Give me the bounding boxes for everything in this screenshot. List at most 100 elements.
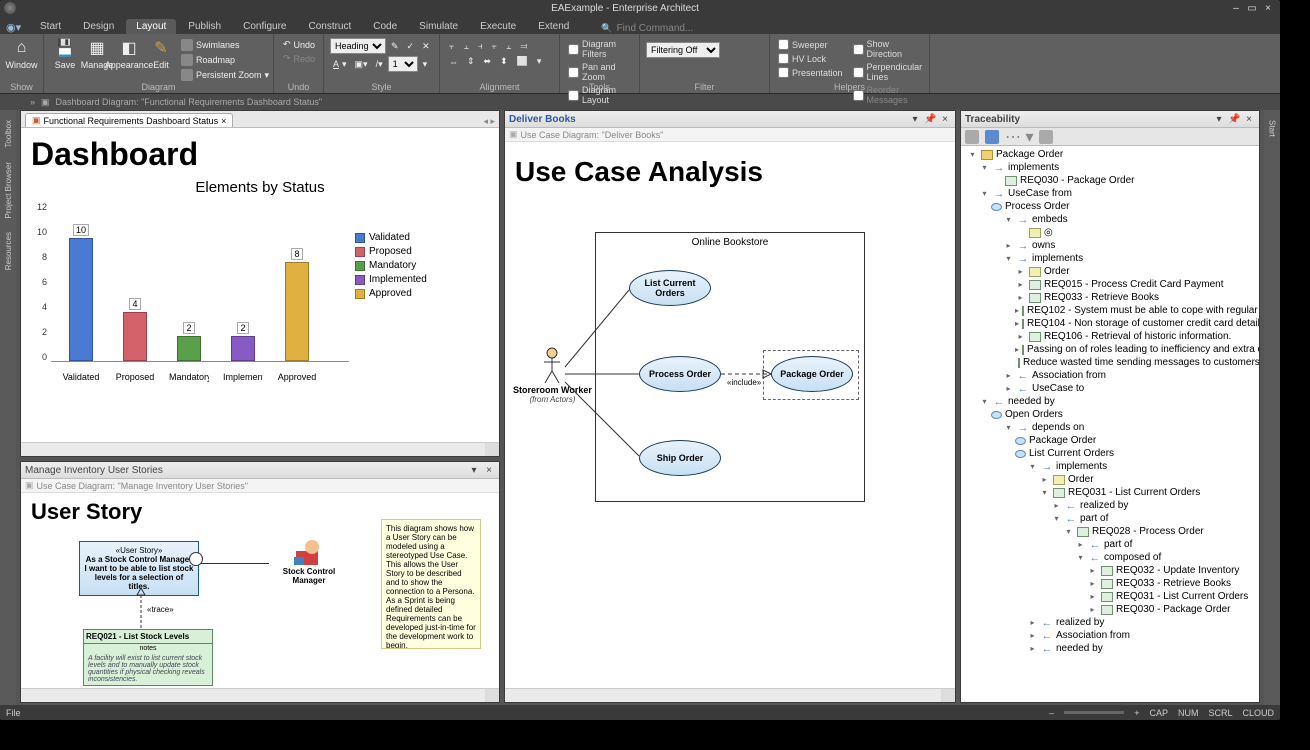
- user-story-element[interactable]: «User Story» As a Stock Control Manager …: [79, 541, 199, 596]
- align-bottom-button[interactable]: ⫤: [517, 40, 530, 53]
- align-top-button[interactable]: ⫟: [488, 40, 499, 53]
- tree-node[interactable]: ▾REQ031 - List Current Orders: [963, 486, 1257, 499]
- tabstrip-nav[interactable]: ◂ ▸: [483, 116, 495, 127]
- menu-tab-code[interactable]: Code: [363, 19, 407, 34]
- filter-select[interactable]: Filtering Off: [646, 42, 720, 58]
- panel-close-icon[interactable]: ×: [1243, 114, 1255, 125]
- edit-button[interactable]: ✎Edit: [146, 36, 176, 72]
- app-menu-icon[interactable]: ◉▾: [6, 21, 21, 34]
- panel-pin-icon[interactable]: 📌: [924, 114, 936, 125]
- tree-node[interactable]: ▾→embeds: [963, 213, 1257, 226]
- tree-node[interactable]: ▸←Association from: [963, 629, 1257, 642]
- appearance-button[interactable]: ◧Appearance: [114, 36, 144, 72]
- line-width-select[interactable]: 1: [388, 56, 418, 72]
- menu-tab-design[interactable]: Design: [73, 19, 124, 34]
- tree-node[interactable]: ▾←part of: [963, 512, 1257, 525]
- align-left-button[interactable]: ⫟: [446, 40, 457, 53]
- tree-node[interactable]: ▸←Association from: [963, 369, 1257, 382]
- same-size-button[interactable]: ⬜: [514, 55, 531, 68]
- tree-node[interactable]: ▸Order: [963, 265, 1257, 278]
- show-direction-check[interactable]: Show Direction: [851, 38, 925, 60]
- dist-h-button[interactable]: ⇔: [446, 55, 461, 68]
- h-scrollbar[interactable]: [21, 443, 485, 456]
- tree-node[interactable]: ▸REQ015 - Process Credit Card Payment: [963, 278, 1257, 291]
- tree-node[interactable]: ▾→implements: [963, 460, 1257, 473]
- redo-button[interactable]: ↷ Redo: [280, 52, 317, 65]
- tree-node[interactable]: ▸REQ033 - Retrieve Books: [963, 577, 1257, 590]
- panel-pin-icon[interactable]: 📌: [1228, 114, 1240, 125]
- note-element[interactable]: This diagram shows how a User Story can …: [381, 519, 481, 649]
- persona-element[interactable]: Stock Control Manager: [279, 537, 339, 585]
- tree-node[interactable]: ▸REQ102 - System must be able to cope wi…: [963, 304, 1257, 317]
- menu-tab-start[interactable]: Start: [30, 19, 71, 34]
- dashboard-tab[interactable]: ▣Functional Requirements Dashboard Statu…: [25, 113, 233, 127]
- tree-node[interactable]: ▸←realized by: [963, 499, 1257, 512]
- presentation-check[interactable]: Presentation: [776, 66, 845, 79]
- style-clear-button[interactable]: ✕: [419, 38, 433, 54]
- align-middle-button[interactable]: ⫠: [503, 40, 514, 53]
- crumb-back-icon[interactable]: »: [30, 97, 35, 107]
- find-command[interactable]: Find Command...: [601, 23, 693, 34]
- tab-toolbox[interactable]: Toolbox: [3, 116, 14, 152]
- window-button[interactable]: ⌂Window: [6, 36, 37, 72]
- swimlanes-button[interactable]: Swimlanes: [178, 38, 272, 52]
- tree-node[interactable]: ▸REQ031 - List Current Orders: [963, 590, 1257, 603]
- tree-node[interactable]: ▸REQ033 - Retrieve Books: [963, 291, 1257, 304]
- tab-resources[interactable]: Resources: [3, 228, 14, 274]
- diagram-filters-check[interactable]: Diagram Filters: [566, 38, 633, 60]
- panel-close-icon[interactable]: ×: [939, 114, 951, 125]
- tree-node[interactable]: ▾→depends on: [963, 421, 1257, 434]
- same-h-button[interactable]: ⬍: [497, 55, 511, 68]
- zoom-slider[interactable]: [1064, 711, 1124, 714]
- panel-menu-icon[interactable]: ▾: [909, 114, 921, 125]
- zoom-in-button[interactable]: +: [1134, 708, 1139, 718]
- roadmap-button[interactable]: Roadmap: [178, 53, 272, 67]
- tree-node[interactable]: ▾→UseCase from: [963, 187, 1257, 200]
- panel-menu-icon[interactable]: ▾: [468, 465, 480, 476]
- align-right-button[interactable]: ⫞: [475, 40, 486, 53]
- tree-node[interactable]: ▸REQ030 - Package Order: [963, 603, 1257, 616]
- trace-save-button[interactable]: [1039, 130, 1053, 144]
- menu-tab-extend[interactable]: Extend: [528, 19, 579, 34]
- line-color-button[interactable]: /▾: [373, 56, 386, 72]
- actor-element[interactable]: Storeroom Worker (from Actors): [513, 347, 592, 404]
- status-file[interactable]: File: [6, 708, 21, 718]
- same-w-button[interactable]: ⬌: [481, 55, 495, 68]
- tab-project-browser[interactable]: Project Browser: [3, 158, 14, 222]
- panel-menu-icon[interactable]: ▾: [1213, 114, 1225, 125]
- tree-node[interactable]: ▾←needed by: [963, 395, 1257, 408]
- space-button[interactable]: ▾: [534, 55, 545, 68]
- tree-node[interactable]: ▸→owns: [963, 239, 1257, 252]
- uc-process-order[interactable]: Process Order: [639, 356, 721, 392]
- traceability-tree[interactable]: ▾Package Order▾→implementsREQ030 - Packa…: [961, 146, 1259, 702]
- sweeper-check[interactable]: Sweeper: [776, 38, 845, 51]
- dist-v-button[interactable]: ⇕: [464, 55, 478, 68]
- tree-node[interactable]: ▾List Current Orders: [963, 447, 1257, 460]
- style-apply-button[interactable]: ✓: [404, 38, 418, 54]
- menu-tab-publish[interactable]: Publish: [178, 19, 231, 34]
- zoom-out-button[interactable]: –: [1049, 708, 1054, 718]
- trace-locate-button[interactable]: [985, 130, 999, 144]
- maximize-button[interactable]: ▭: [1244, 3, 1260, 14]
- tree-node[interactable]: ▾→implements: [963, 161, 1257, 174]
- hv-lock-check[interactable]: HV Lock: [776, 52, 845, 65]
- style-select[interactable]: Heading: [330, 38, 386, 54]
- panel-close-icon[interactable]: ×: [483, 465, 495, 476]
- uc-list-orders[interactable]: List Current Orders: [629, 270, 711, 306]
- save-button[interactable]: 💾Save: [50, 36, 80, 72]
- h-scrollbar[interactable]: [505, 689, 941, 702]
- fill-color-button[interactable]: ▣▾: [352, 56, 371, 72]
- tree-node[interactable]: ▸REQ106 - Retrieval of historic informat…: [963, 330, 1257, 343]
- trace-refresh-button[interactable]: [965, 130, 979, 144]
- trace-options-button[interactable]: ⋯ ▾: [1005, 127, 1033, 147]
- tree-node[interactable]: ▾Process Order: [963, 200, 1257, 213]
- tree-node[interactable]: ▸←UseCase to: [963, 382, 1257, 395]
- tab-start[interactable]: Start: [1267, 116, 1278, 141]
- perp-lines-check[interactable]: Perpendicular Lines: [851, 61, 925, 83]
- uc-ship-order[interactable]: Ship Order: [639, 440, 721, 476]
- style-pick-button[interactable]: ✎: [388, 38, 402, 54]
- tree-node[interactable]: ▸←needed by: [963, 642, 1257, 655]
- align-center-button[interactable]: ⫠: [460, 40, 471, 53]
- menu-tab-construct[interactable]: Construct: [298, 19, 361, 34]
- minimize-button[interactable]: –: [1228, 3, 1244, 14]
